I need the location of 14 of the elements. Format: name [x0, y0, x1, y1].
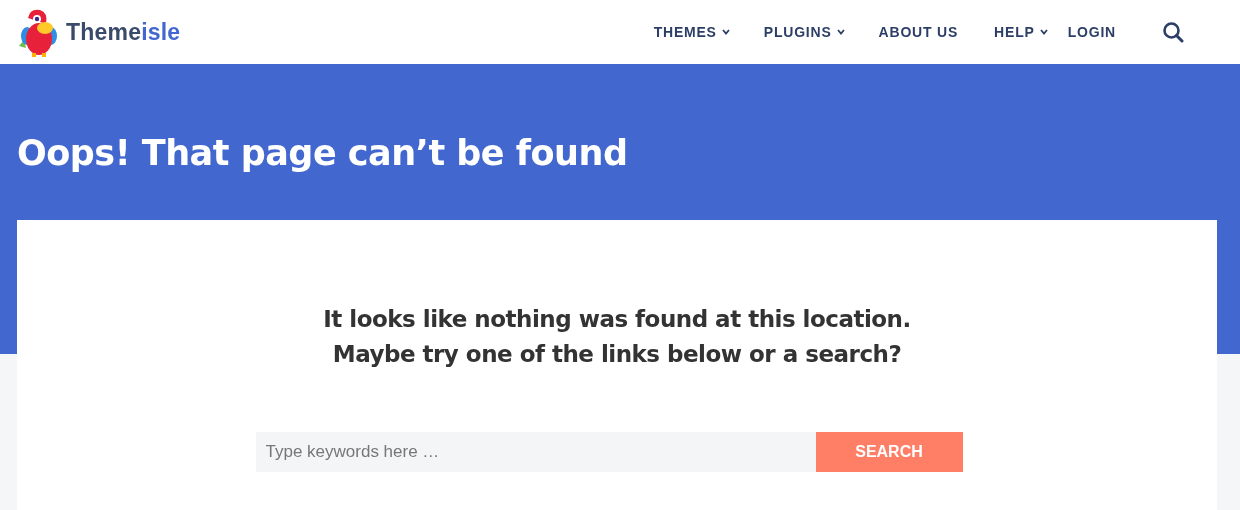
caret-icon [721, 29, 730, 35]
nav-link[interactable]: HELP [994, 24, 1048, 40]
nav-link[interactable]: LOGIN [1067, 24, 1116, 40]
page-title: Oops! That page can’t be found [17, 132, 629, 175]
search-field[interactable]: Type keywords here … [255, 432, 816, 472]
logo-text[interactable]: Themeisle [66, 18, 181, 46]
message-text: It looks like nothing was found at this location. [323, 305, 911, 334]
caret-icon [1039, 29, 1048, 35]
caret-icon [836, 29, 845, 35]
nav-link[interactable]: ABOUT US [878, 24, 959, 40]
nav-link[interactable]: THEMES [653, 24, 730, 40]
message-text: Maybe try one of the links below or a search? [331, 340, 903, 369]
search-icon[interactable] [1162, 21, 1184, 43]
nav-link[interactable]: PLUGINS [763, 24, 845, 40]
